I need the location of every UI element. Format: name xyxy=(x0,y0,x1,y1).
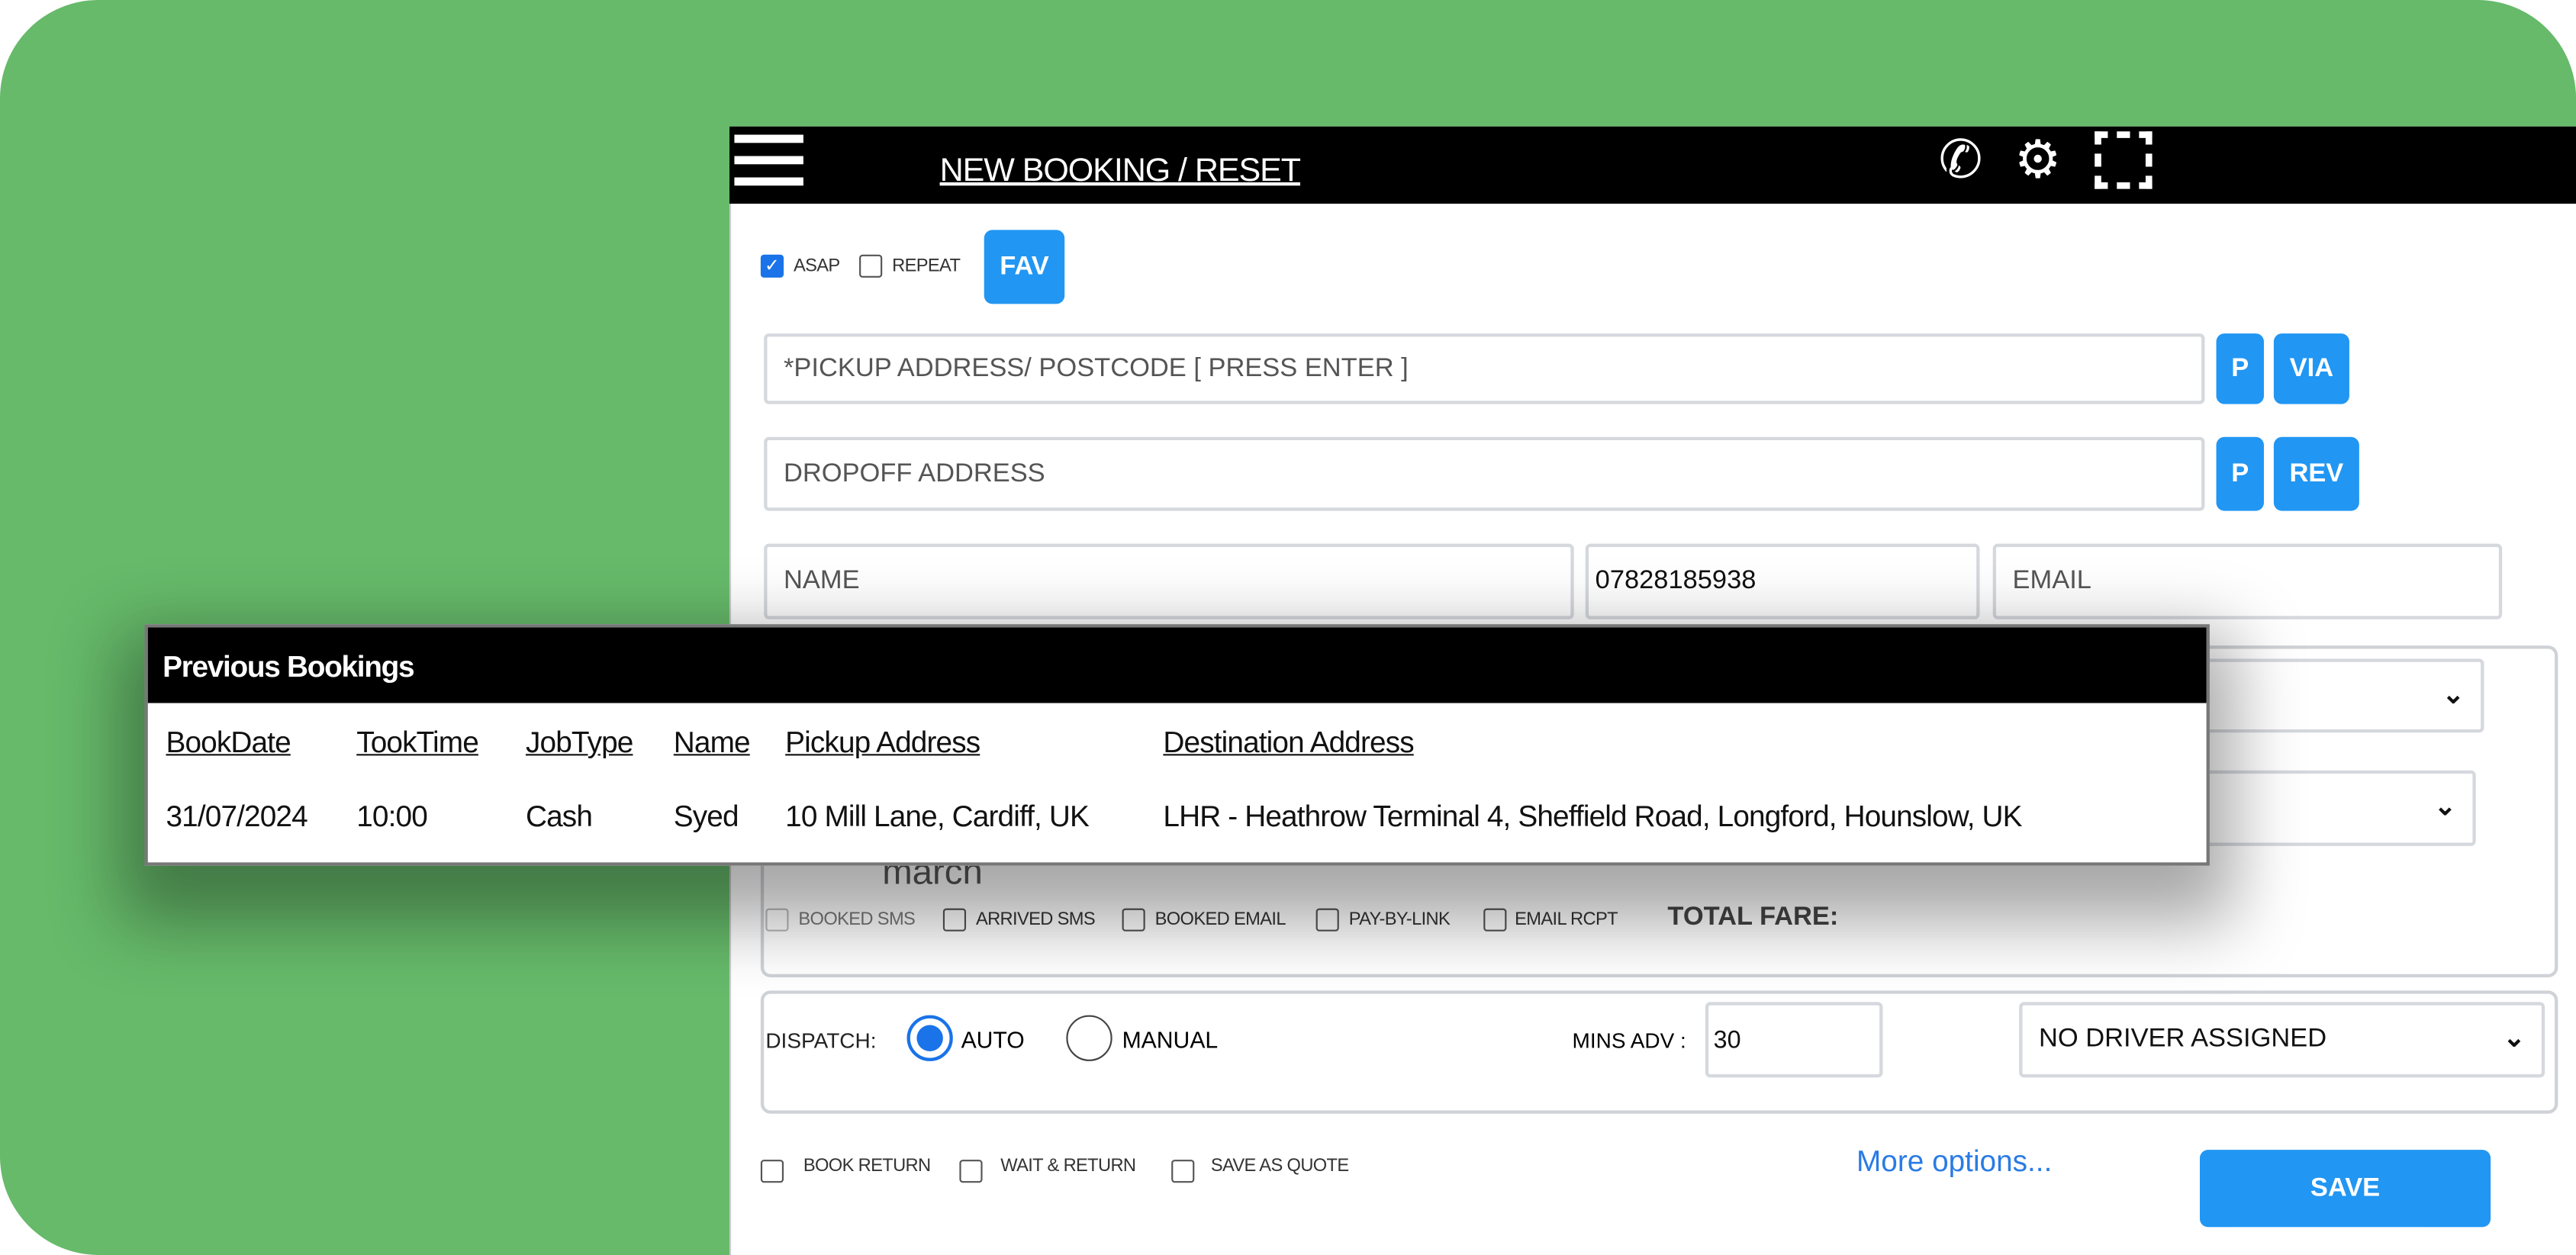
mins-adv-input[interactable]: 30 xyxy=(1705,1002,1883,1078)
name-input[interactable]: NAME xyxy=(764,543,1574,619)
auto-radio[interactable] xyxy=(906,1015,953,1061)
column-header[interactable]: BookDate xyxy=(166,726,291,761)
column-header[interactable]: JobType xyxy=(526,726,633,761)
driver-select-value: NO DRIVER ASSIGNED xyxy=(2038,1025,2327,1054)
total-fare-label: TOTAL FARE: xyxy=(1667,903,1839,932)
wait-return-checkbox[interactable] xyxy=(959,1160,983,1183)
arrived-sms-label: ARRIVED SMS xyxy=(975,909,1096,930)
driver-select[interactable]: NO DRIVER ASSIGNED ⌄ xyxy=(2019,1002,2545,1078)
manual-radio[interactable] xyxy=(1066,1015,1113,1061)
chevron-down-icon: ⌄ xyxy=(2442,681,2465,710)
book-return-label: BOOK RETURN xyxy=(803,1156,931,1176)
chevron-down-icon: ⌄ xyxy=(2503,1025,2526,1054)
select-2[interactable]: ⌄ xyxy=(2169,770,2476,846)
gear-icon[interactable]: ⚙ xyxy=(2014,131,2062,187)
column-header[interactable]: TookTime xyxy=(356,726,479,761)
pickup-p-button[interactable]: P xyxy=(2216,333,2264,404)
popup-title: Previous Bookings xyxy=(147,627,2207,703)
more-options-link[interactable]: More options... xyxy=(1856,1145,2052,1179)
email-rcpt-label: EMAIL RCPT xyxy=(1515,909,1618,930)
email-input[interactable]: EMAIL xyxy=(1992,543,2503,619)
cell-tooktime: 10:00 xyxy=(356,800,428,833)
cell-name: Syed xyxy=(673,800,739,833)
previous-bookings-popup: Previous Bookings BookDate TookTime JobT… xyxy=(144,624,2210,866)
pay-by-link-label: PAY-BY-LINK xyxy=(1348,909,1451,930)
booked-sms-label: BOOKED SMS xyxy=(798,909,916,930)
arrived-sms-checkbox[interactable] xyxy=(942,908,967,932)
via-button[interactable]: VIA xyxy=(2273,333,2349,404)
pay-by-link-checkbox[interactable] xyxy=(1315,908,1339,932)
booked-sms-checkbox[interactable] xyxy=(765,908,789,932)
select-1[interactable]: 1⌄ xyxy=(2169,658,2484,733)
cell-pickup: 10 Mill Lane, Cardiff, UK xyxy=(785,800,1090,833)
save-quote-checkbox[interactable] xyxy=(1171,1160,1195,1183)
column-header[interactable]: Pickup Address xyxy=(785,726,980,761)
book-return-checkbox[interactable] xyxy=(760,1160,784,1183)
phone-icon[interactable]: ✆ xyxy=(1939,131,1983,187)
repeat-checkbox[interactable] xyxy=(859,254,883,278)
repeat-label: REPEAT xyxy=(892,256,961,276)
fullscreen-icon[interactable] xyxy=(2095,131,2153,189)
wait-return-label: WAIT & RETURN xyxy=(1000,1156,1136,1176)
save-button[interactable]: SAVE xyxy=(2200,1150,2491,1228)
save-quote-label: SAVE AS QUOTE xyxy=(1210,1156,1349,1176)
asap-checkbox[interactable]: ✓ xyxy=(760,254,784,278)
menu-icon[interactable] xyxy=(734,134,803,186)
email-rcpt-checkbox[interactable] xyxy=(1483,908,1507,932)
dropoff-input[interactable]: DROPOFF ADDRESS xyxy=(764,436,2205,511)
manual-label: MANUAL xyxy=(1122,1026,1219,1054)
fav-button[interactable]: FAV xyxy=(984,230,1065,304)
cell-destination: LHR - Heathrow Terminal 4, Sheffield Roa… xyxy=(1163,800,2022,833)
column-header[interactable]: Destination Address xyxy=(1163,726,1414,761)
phone-input[interactable]: 07828185938 xyxy=(1585,543,1980,619)
asap-label: ASAP xyxy=(793,256,840,276)
chevron-down-icon: ⌄ xyxy=(2434,793,2456,822)
booked-email-label: BOOKED EMAIL xyxy=(1154,909,1286,930)
booked-email-checkbox[interactable] xyxy=(1122,908,1145,932)
mins-adv-label: MINS ADV : xyxy=(1572,1028,1686,1054)
column-header[interactable]: Name xyxy=(674,726,751,761)
dropoff-p-button[interactable]: P xyxy=(2216,436,2264,511)
cell-jobtype: Cash xyxy=(525,800,593,833)
cell-bookdate: 31/07/2024 xyxy=(166,800,308,833)
pickup-input[interactable]: *PICKUP ADDRESS/ POSTCODE [ PRESS ENTER … xyxy=(764,333,2205,404)
auto-label: AUTO xyxy=(961,1026,1025,1054)
rev-button[interactable]: REV xyxy=(2273,436,2359,511)
new-booking-reset-link[interactable]: NEW BOOKING / RESET xyxy=(940,153,1302,191)
dispatch-label: DISPATCH: xyxy=(765,1028,877,1054)
